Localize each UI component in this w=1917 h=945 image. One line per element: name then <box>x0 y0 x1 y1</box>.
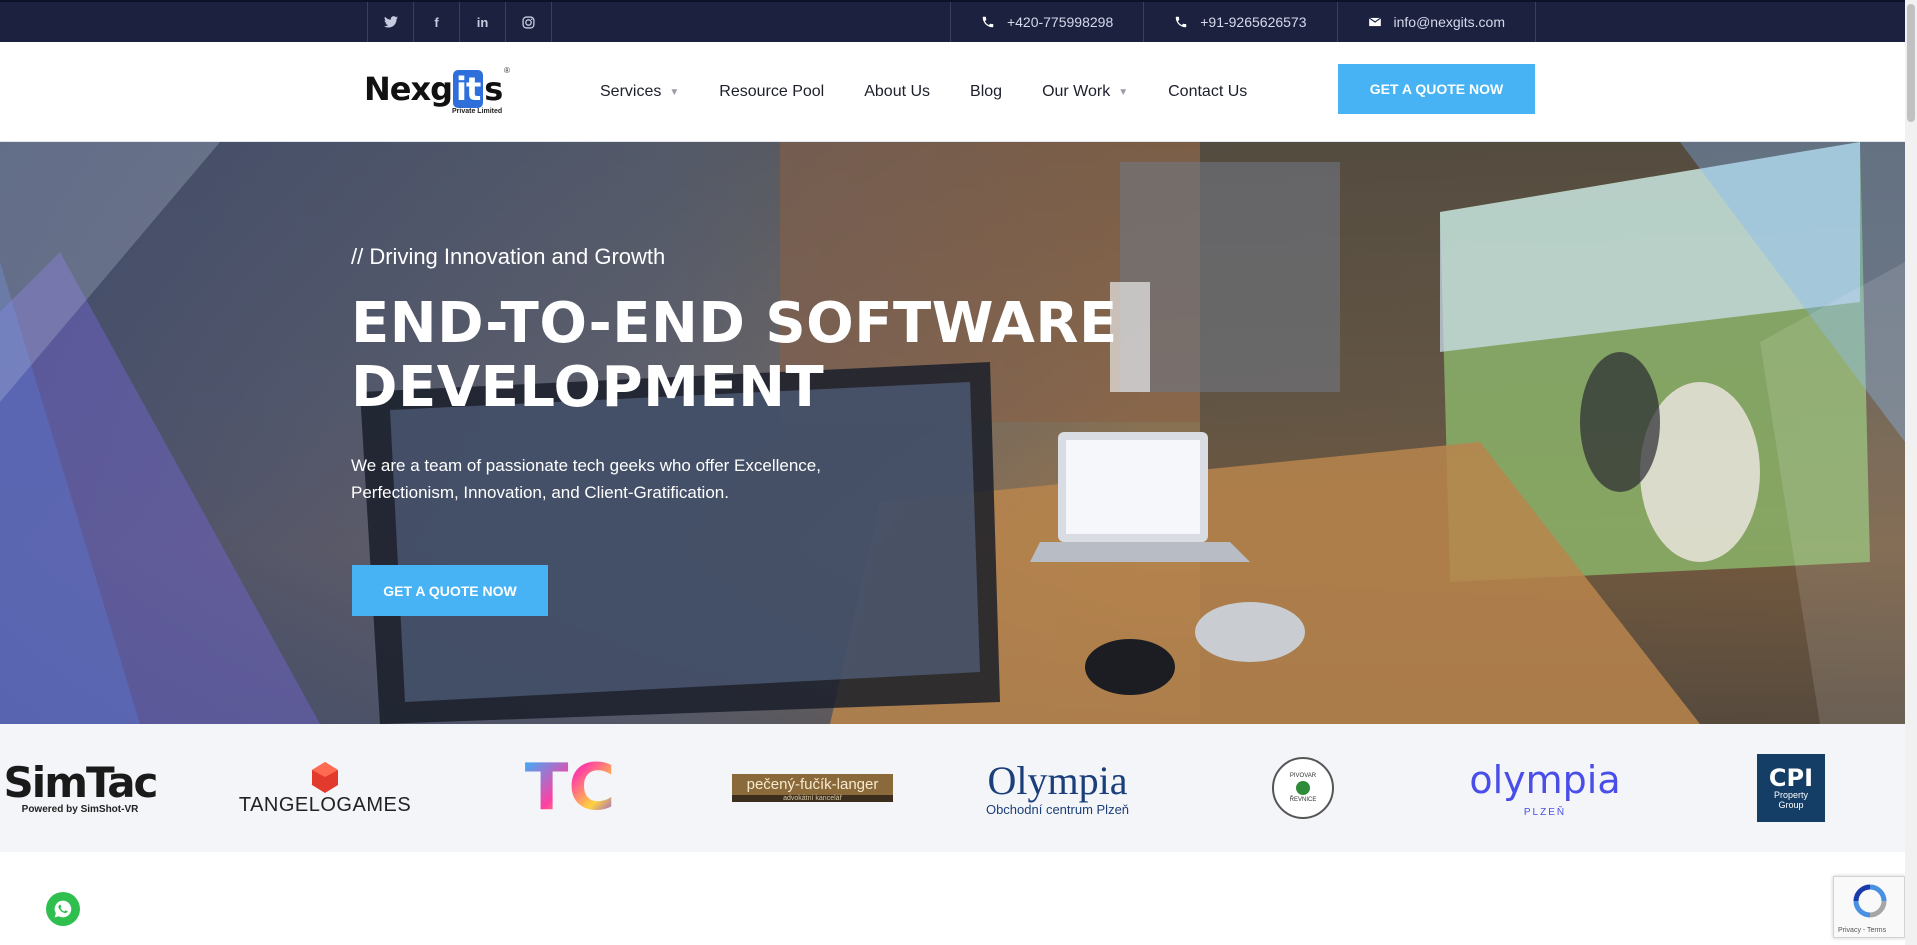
whatsapp-icon <box>54 900 72 918</box>
social-links: f in <box>367 2 552 42</box>
get-quote-button-hero[interactable]: GET A QUOTE NOW <box>352 565 548 616</box>
phone-icon <box>982 16 994 28</box>
main-nav: Services ▼ Resource Pool About Us Blog Ou… <box>600 42 1247 142</box>
nav-blog[interactable]: Blog <box>970 83 1002 101</box>
recaptcha-links[interactable]: Privacy - Terms <box>1838 927 1886 934</box>
logo-registered-mark: ® <box>504 66 510 75</box>
partner-logo-olympia-plzen[interactable]: olympia PLZEŇ <box>1460 724 1630 852</box>
partner-logo-tangelo-games[interactable]: TANGELOGAMES <box>239 724 411 852</box>
contact-info: +420-775998298 +91-9265626573 info@nexgi… <box>949 2 1536 42</box>
nav-resource-pool[interactable]: Resource Pool <box>719 83 824 101</box>
instagram-icon[interactable] <box>506 2 552 42</box>
recaptcha-icon <box>1853 884 1887 918</box>
chevron-down-icon: ▼ <box>669 86 680 98</box>
nav-about-us[interactable]: About Us <box>864 83 930 101</box>
partner-logo-tc[interactable]: TC <box>520 724 620 852</box>
partner-logo-olympia-oc[interactable]: Olympia Obchodní centrum Plzeň <box>970 724 1145 852</box>
partner-logo-simtac[interactable]: SimTac Powered by SimShot-VR <box>0 724 160 852</box>
partner-logo-cpi[interactable]: CPI Property Group <box>1757 724 1825 852</box>
nav-services[interactable]: Services ▼ <box>600 83 679 101</box>
nexgits-logo[interactable]: Nexg it s Private Limited ® <box>364 66 514 118</box>
nav-our-work[interactable]: Our Work ▼ <box>1042 83 1128 101</box>
hero-banner: // Driving Innovation and Growth END-TO-… <box>0 142 1905 724</box>
phone-icon <box>1175 16 1187 28</box>
top-bar: f in +420-775998298 +91-9265626573 info@… <box>0 0 1905 42</box>
partner-logo-pivovar-revnice[interactable]: PIVOVAR ŘEVNICE <box>1268 724 1338 852</box>
tree-icon <box>1296 781 1310 795</box>
phone-number: +420-775998298 <box>1006 14 1114 30</box>
phone-number: +91-9265626573 <box>1200 14 1307 30</box>
partner-logo-pecheny-fucik-langer[interactable]: pečený-fučík-langer advokátní kancelář <box>730 724 895 852</box>
chevron-down-icon: ▼ <box>1118 86 1129 98</box>
logo-subtitle: Private Limited <box>452 108 503 115</box>
hero-kicker: // Driving Innovation and Growth <box>351 244 666 269</box>
page: f in +420-775998298 +91-9265626573 info@… <box>0 0 1905 945</box>
whatsapp-button[interactable] <box>46 892 80 926</box>
linkedin-icon[interactable]: in <box>460 2 506 42</box>
phone-contact-cz[interactable]: +420-775998298 <box>951 2 1145 42</box>
facebook-icon[interactable]: f <box>414 2 460 42</box>
page-scrollbar[interactable] <box>1905 0 1917 945</box>
get-quote-button-header[interactable]: GET A QUOTE NOW <box>1338 64 1535 114</box>
email-contact[interactable]: info@nexgits.com <box>1338 2 1536 42</box>
twitter-icon[interactable] <box>368 2 414 42</box>
tangelo-icon <box>312 761 338 793</box>
email-address: info@nexgits.com <box>1393 14 1505 30</box>
recaptcha-badge[interactable]: Privacy - Terms <box>1833 876 1905 938</box>
mail-icon <box>1368 17 1381 27</box>
logo-wordmark: Nexg it s <box>364 70 503 108</box>
hero-text-block: // Driving Innovation and Growth END-TO-… <box>351 244 1201 506</box>
site-header: Nexg it s Private Limited ® Services ▼ Reso… <box>0 42 1905 142</box>
hero-description: We are a team of passionate tech geeks w… <box>351 456 821 502</box>
nav-contact-us[interactable]: Contact Us <box>1168 83 1247 101</box>
phone-contact-in[interactable]: +91-9265626573 <box>1144 2 1338 42</box>
partner-logos-strip: SimTac Powered by SimShot-VR TANGELOGAME… <box>0 724 1905 852</box>
scrollbar-thumb[interactable] <box>1907 4 1915 122</box>
hero-title: END-TO-END SOFTWARE DEVELOPMENT <box>351 291 1118 420</box>
